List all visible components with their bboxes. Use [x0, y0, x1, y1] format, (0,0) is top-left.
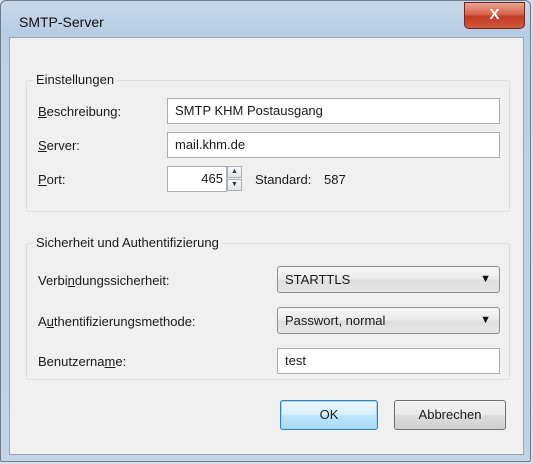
username-field[interactable]: test — [277, 348, 500, 374]
window-title: SMTP-Server — [19, 14, 104, 30]
smtp-server-dialog: SMTP-Server X Einstellungen Beschreibung… — [0, 0, 531, 462]
auth-method-select[interactable]: Passwort, normal ▼ — [277, 307, 500, 334]
standard-port-label: Standard: — [255, 172, 312, 187]
auth-method-label: Authentifizierungsmethode: — [38, 314, 196, 329]
security-legend: Sicherheit und Authentifizierung — [33, 235, 222, 251]
standard-port-value: 587 — [324, 172, 346, 187]
server-label: Server: — [38, 138, 80, 153]
dropdown-arrow-icon: ▼ — [480, 273, 491, 285]
title-bar[interactable]: SMTP-Server X — [1, 1, 530, 37]
auth-method-value: Passwort, normal — [285, 313, 386, 328]
port-spin-up-icon[interactable]: ▲ — [227, 166, 242, 178]
cancel-button[interactable]: Abbrechen — [394, 400, 506, 430]
port-spin-down-icon[interactable]: ▼ — [227, 179, 242, 191]
security-group: Sicherheit und Authentifizierung Verbind… — [26, 235, 510, 380]
close-icon: X — [489, 6, 500, 23]
connection-security-label: Verbindungssicherheit: — [38, 273, 170, 288]
description-field[interactable]: SMTP KHM Postausgang — [167, 98, 500, 124]
close-button[interactable]: X — [464, 2, 525, 29]
description-label: Beschreibung: — [38, 104, 122, 119]
ok-button[interactable]: OK — [280, 400, 378, 430]
port-field[interactable]: 465 — [167, 166, 227, 192]
connection-security-value: STARTTLS — [285, 272, 351, 287]
port-label: Port: — [38, 172, 66, 187]
dropdown-arrow-icon: ▼ — [480, 314, 491, 326]
connection-security-select[interactable]: STARTTLS ▼ — [277, 266, 500, 293]
dialog-client-area: Einstellungen Beschreibung: SMTP KHM Pos… — [9, 37, 524, 455]
settings-group: Einstellungen Beschreibung: SMTP KHM Pos… — [26, 72, 510, 212]
server-field[interactable]: mail.khm.de — [167, 132, 500, 158]
settings-legend: Einstellungen — [33, 72, 118, 88]
username-label: Benutzername: — [38, 354, 127, 369]
